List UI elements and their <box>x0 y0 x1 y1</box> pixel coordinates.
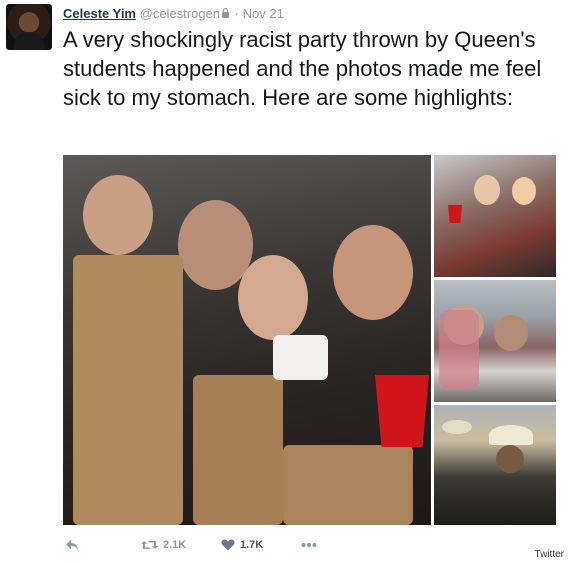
handle[interactable]: @celestrogen <box>140 6 220 21</box>
more-button[interactable] <box>301 537 317 553</box>
avatar[interactable] <box>6 4 52 50</box>
photo-detail <box>193 375 283 525</box>
tweet-header: Celeste Yim @celestrogen · Nov 21 <box>63 6 284 22</box>
photo-detail <box>512 177 536 205</box>
tweet-card: Celeste Yim @celestrogen · Nov 21 A very… <box>0 0 570 563</box>
tweet-text: A very shockingly racist party thrown by… <box>63 27 542 110</box>
photo-detail <box>83 175 153 255</box>
photo-thumbnail-3[interactable] <box>434 405 556 525</box>
photo-detail <box>375 375 429 447</box>
heart-icon <box>221 539 235 551</box>
photo-main[interactable] <box>63 155 431 525</box>
photo-detail <box>333 225 413 320</box>
photo-thumbnail-1[interactable] <box>434 155 556 277</box>
photo-detail <box>283 445 413 525</box>
photo-detail <box>73 255 183 525</box>
reply-button[interactable] <box>65 537 79 553</box>
photo-detail <box>273 335 328 380</box>
photo-detail <box>489 425 533 445</box>
avatar-figure <box>14 32 44 50</box>
tweet-actions: 2.1K 1.7K <box>63 537 363 555</box>
photo-detail <box>494 315 528 351</box>
tweet-date[interactable]: Nov 21 <box>243 6 284 21</box>
photo-thumbnail-2[interactable] <box>434 280 556 402</box>
like-button[interactable]: 1.7K <box>221 537 263 553</box>
photo-detail <box>448 205 462 223</box>
photo-detail <box>442 420 472 434</box>
photo-detail <box>474 175 500 205</box>
display-name[interactable]: Celeste Yim <box>63 6 136 21</box>
photo-detail <box>496 445 524 473</box>
reply-arrow-icon <box>65 539 79 551</box>
lock-icon <box>222 8 230 18</box>
retweet-button[interactable]: 2.1K <box>141 537 186 553</box>
like-count: 1.7K <box>240 539 264 551</box>
retweet-count: 2.1K <box>163 539 187 551</box>
separator: · <box>234 6 239 21</box>
source-label: Twitter <box>534 549 564 560</box>
retweet-icon <box>141 539 158 551</box>
photo-detail <box>238 255 308 340</box>
photo-detail <box>439 310 479 390</box>
media-grid <box>63 155 556 527</box>
more-dots-icon <box>301 542 317 548</box>
